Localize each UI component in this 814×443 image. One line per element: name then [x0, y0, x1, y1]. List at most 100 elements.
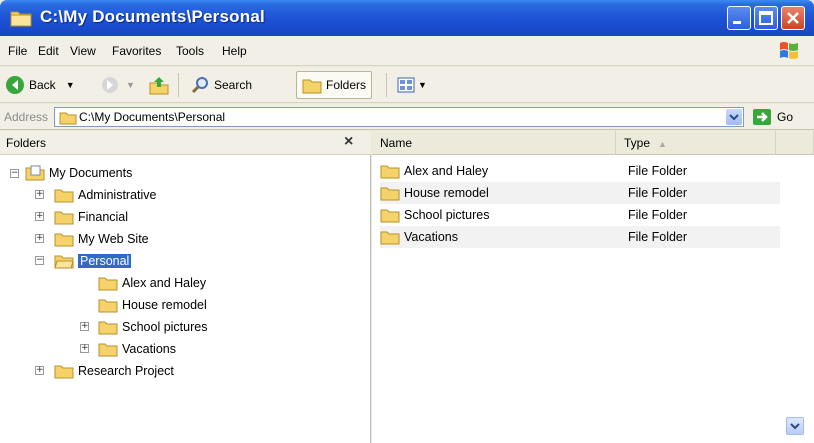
up-folder-button[interactable]: [148, 71, 170, 99]
collapse-icon[interactable]: −: [10, 168, 19, 178]
file-row[interactable]: Alex and Haley File Folder: [380, 160, 780, 182]
folder-icon: [54, 211, 74, 225]
file-type: File Folder: [628, 230, 688, 244]
tree-item-label-selected: Personal: [78, 254, 132, 268]
folder-icon: [98, 321, 118, 335]
folder-icon: [54, 365, 74, 379]
chevron-down-icon: [729, 114, 739, 121]
address-dropdown-button[interactable]: [726, 109, 742, 125]
toolbar-separator: [386, 73, 387, 97]
toolbar-separator: [178, 73, 179, 97]
window-title: C:\My Documents\Personal: [40, 7, 265, 26]
file-row[interactable]: House remodel File Folder: [380, 182, 780, 204]
title-bar[interactable]: C:\My Documents\Personal: [0, 0, 814, 36]
menu-tools[interactable]: Tools: [176, 44, 204, 58]
address-label: Address: [4, 110, 49, 124]
collapse-icon[interactable]: −: [35, 256, 44, 265]
expand-icon[interactable]: +: [80, 344, 89, 353]
menu-favorites[interactable]: Favorites: [112, 44, 161, 58]
folder-icon: [54, 233, 74, 247]
tree-item-label: Research Project: [78, 364, 174, 378]
back-button[interactable]: Back ▼: [4, 71, 75, 99]
folders-pane-title: Folders: [6, 136, 47, 150]
search-label: Search: [214, 78, 253, 92]
address-input[interactable]: C:\My Documents\Personal: [54, 107, 744, 127]
scroll-down-button[interactable]: [786, 417, 804, 435]
explorer-window: C:\My Documents\Personal File Edit View …: [0, 0, 814, 443]
tree-item-label: Vacations: [122, 342, 176, 356]
column-header-label: Type: [624, 136, 651, 150]
file-row[interactable]: Vacations File Folder: [380, 226, 780, 248]
file-name: Vacations: [404, 230, 458, 244]
tree-item-label: My Web Site: [78, 232, 149, 246]
menu-view[interactable]: View: [70, 44, 96, 58]
folder-icon: [54, 189, 74, 203]
folder-icon: [10, 11, 32, 27]
tree-item-label: House remodel: [122, 298, 207, 312]
folder-icon: [380, 209, 400, 223]
expand-icon[interactable]: +: [35, 212, 44, 221]
standard-toolbar: Back ▼ ▼ Search Folders ▼: [0, 67, 814, 103]
address-bar: Address C:\My Documents\Personal Go: [0, 104, 814, 130]
address-value: C:\My Documents\Personal: [79, 110, 226, 124]
search-icon: [191, 77, 208, 94]
search-button[interactable]: Search: [190, 71, 252, 99]
forward-dropdown-icon[interactable]: ▼: [126, 80, 135, 90]
folders-pane-close-icon[interactable]: ×: [344, 133, 353, 151]
back-dropdown-icon[interactable]: ▼: [66, 80, 75, 90]
folder-icon: [98, 299, 118, 313]
file-row[interactable]: School pictures File Folder: [380, 204, 780, 226]
minimize-button[interactable]: [727, 6, 751, 30]
tree-item-school-pictures[interactable]: School pictures: [98, 316, 207, 338]
menu-edit[interactable]: Edit: [38, 44, 59, 58]
tree-item-research-project[interactable]: Research Project: [54, 360, 174, 382]
expand-icon[interactable]: +: [80, 322, 89, 331]
tree-item-financial[interactable]: Financial: [54, 206, 128, 228]
tree-item-vacations[interactable]: Vacations: [98, 338, 176, 360]
folder-icon: [302, 79, 322, 94]
menu-file[interactable]: File: [8, 44, 27, 58]
folders-pane: Folders × − My Documents Administrative …: [0, 131, 371, 443]
folders-button[interactable]: Folders: [296, 71, 373, 99]
my-documents-icon: [25, 165, 45, 181]
tree-item-house-remodel[interactable]: House remodel: [98, 294, 207, 316]
close-button[interactable]: [781, 6, 805, 30]
tree-item-my-web-site[interactable]: My Web Site: [54, 228, 149, 250]
windows-logo-icon: [780, 42, 798, 59]
views-dropdown-icon[interactable]: ▼: [418, 80, 427, 90]
back-label: Back: [29, 78, 56, 92]
go-label: Go: [777, 110, 794, 124]
tree-item-my-documents[interactable]: − My Documents: [10, 162, 132, 184]
file-type: File Folder: [628, 164, 688, 178]
file-name: Alex and Haley: [404, 164, 489, 178]
file-name: House remodel: [404, 186, 489, 200]
folder-icon: [98, 277, 118, 291]
tree-item-label: School pictures: [122, 320, 208, 334]
forward-arrow-icon: [102, 77, 118, 93]
open-folder-icon: [54, 255, 74, 269]
tree-item-personal[interactable]: Personal: [54, 250, 132, 272]
file-name: School pictures: [404, 208, 490, 222]
minimize-icon: [733, 21, 741, 24]
tree-item-label: My Documents: [49, 166, 133, 180]
column-header-type[interactable]: Type ▲: [616, 131, 776, 155]
go-arrow-icon: [753, 109, 771, 125]
tree-item-administrative[interactable]: Administrative: [54, 184, 157, 206]
expand-icon[interactable]: +: [35, 234, 44, 243]
folders-label: Folders: [326, 78, 367, 92]
chevron-down-icon: [790, 423, 800, 430]
column-header-name[interactable]: Name: [372, 131, 616, 155]
maximize-button[interactable]: [754, 6, 778, 30]
tree-item-label: Alex and Haley: [122, 276, 207, 290]
forward-button[interactable]: ▼: [100, 71, 135, 99]
views-icon: [397, 77, 415, 93]
expand-icon[interactable]: +: [35, 190, 44, 199]
folder-icon: [380, 187, 400, 201]
folder-icon: [98, 343, 118, 357]
go-button[interactable]: Go: [752, 107, 793, 127]
close-icon: [787, 12, 799, 24]
expand-icon[interactable]: +: [35, 366, 44, 375]
tree-item-alex-and-haley[interactable]: Alex and Haley: [98, 272, 206, 294]
views-button[interactable]: ▼: [396, 71, 427, 99]
menu-help[interactable]: Help: [222, 44, 247, 58]
